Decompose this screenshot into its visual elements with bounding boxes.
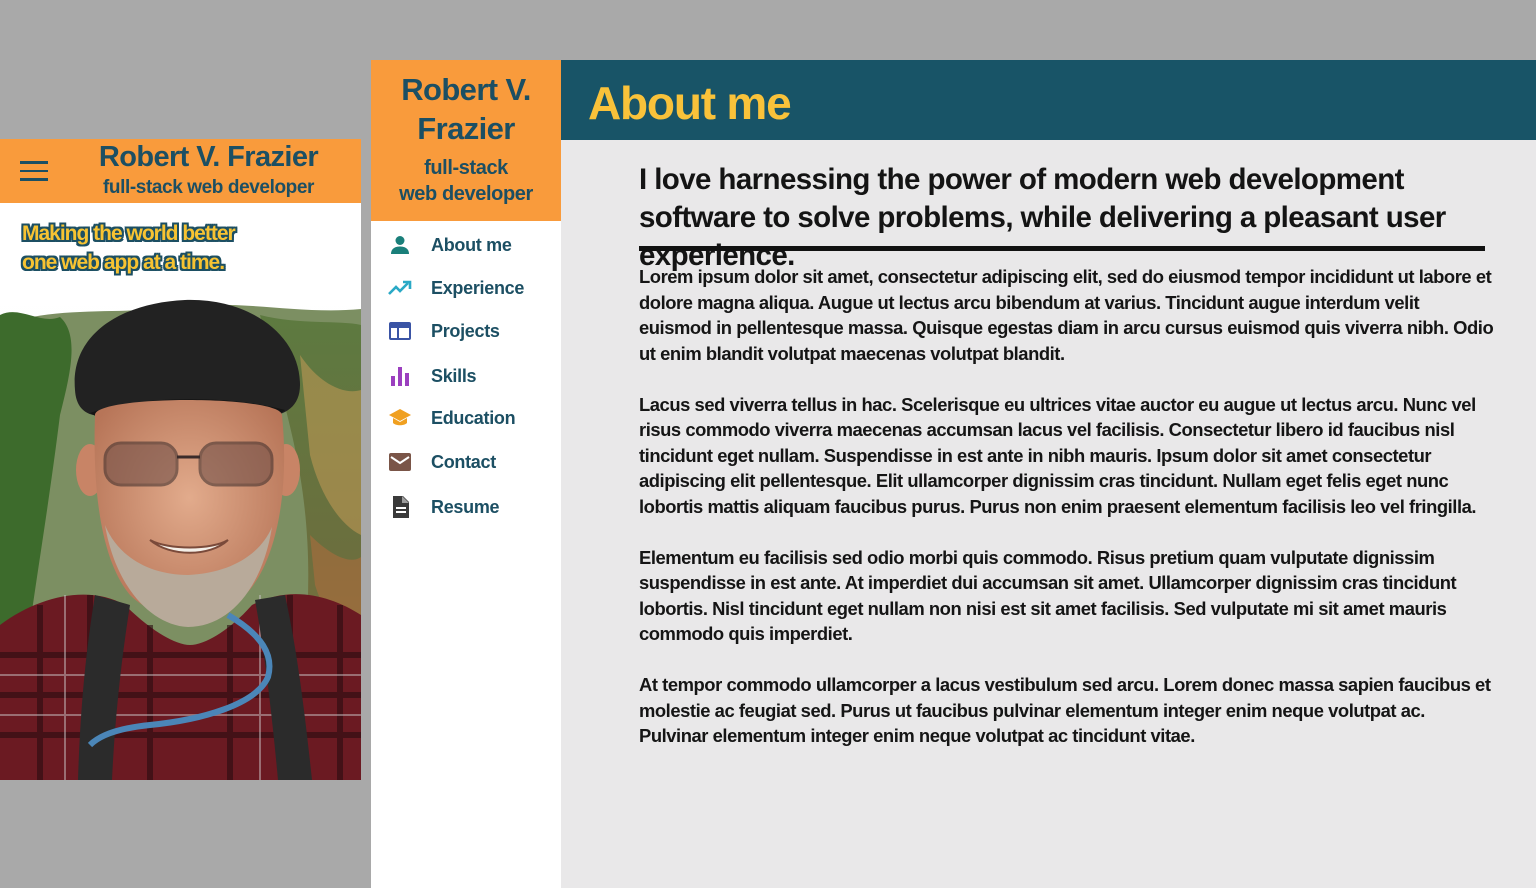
body-paragraph: At tempor commodo ullamcorper a lacus ve… xyxy=(639,674,1491,746)
sidebar-item-label: Resume xyxy=(431,497,500,517)
site-name-line-1: Robert V. xyxy=(401,72,531,107)
sidebar-item-label: About me xyxy=(431,235,512,255)
main-content: About me I love harnessing the power of … xyxy=(561,60,1536,888)
profile-photo-illustration xyxy=(0,295,361,780)
body-paragraph: Lacus sed viverra tellus in hac. Sceleri… xyxy=(639,393,1477,517)
about-body: Lorem ipsum dolor sit amet, consectetur … xyxy=(639,264,1495,774)
mobile-site-name: Robert V. Frazier xyxy=(98,141,319,173)
sidebar-item-education[interactable]: Education xyxy=(371,400,561,436)
sidebar-item-label: Experience xyxy=(431,278,525,298)
mobile-preview: Robert V. Frazier full-stack web develop… xyxy=(0,139,361,780)
sidebar-item-experience[interactable]: Experience xyxy=(371,270,561,306)
sidebar-item-contact[interactable]: Contact xyxy=(371,444,561,480)
profile-photo xyxy=(0,295,361,780)
web-window-icon xyxy=(389,322,411,340)
site-role-line-2: web developer xyxy=(399,183,533,205)
document-icon xyxy=(393,496,409,518)
sidebar-item-about-me[interactable]: About me xyxy=(371,227,561,263)
mobile-tagline: Making the world better one web app at a… xyxy=(22,219,236,277)
sidebar-item-label: Contact xyxy=(431,452,496,472)
site-name-line-2: Frazier xyxy=(417,111,515,146)
sidebar-header: Robert V. Frazier full-stack web develop… xyxy=(371,60,561,221)
sidebar-item-resume[interactable]: Resume xyxy=(371,489,561,525)
divider xyxy=(639,246,1485,251)
tagline-line-1: Making the world better xyxy=(22,222,236,245)
graduation-cap-icon xyxy=(389,409,411,426)
sidebar-item-projects[interactable]: Projects xyxy=(371,313,561,349)
mail-icon xyxy=(389,453,411,471)
sidebar: Robert V. Frazier full-stack web develop… xyxy=(371,60,561,888)
bar-chart-icon xyxy=(391,367,409,386)
body-paragraph: Elementum eu facilisis sed odio morbi qu… xyxy=(639,546,1457,645)
main-header: About me xyxy=(561,60,1536,140)
sidebar-item-label: Skills xyxy=(431,366,477,386)
sidebar-site-name[interactable]: Robert V. Frazier xyxy=(371,60,561,148)
site-role-line-1: full-stack xyxy=(424,157,508,179)
person-icon xyxy=(391,236,409,254)
sidebar-item-label: Education xyxy=(431,408,516,428)
tagline-line-2: one web app at a time. xyxy=(22,251,225,274)
trending-up-icon xyxy=(388,280,412,295)
sidebar-item-skills[interactable]: Skills xyxy=(371,358,561,394)
mobile-site-role: full-stack web developer xyxy=(102,177,315,198)
sidebar-item-label: Projects xyxy=(431,321,500,341)
sidebar-site-role: full-stack web developer xyxy=(371,155,561,207)
mobile-header: Robert V. Frazier full-stack web develop… xyxy=(0,139,361,203)
body-paragraph: Lorem ipsum dolor sit amet, consectetur … xyxy=(639,266,1494,364)
lead-statement: I love harnessing the power of modern we… xyxy=(639,163,1446,272)
page-title: About me xyxy=(588,77,792,129)
